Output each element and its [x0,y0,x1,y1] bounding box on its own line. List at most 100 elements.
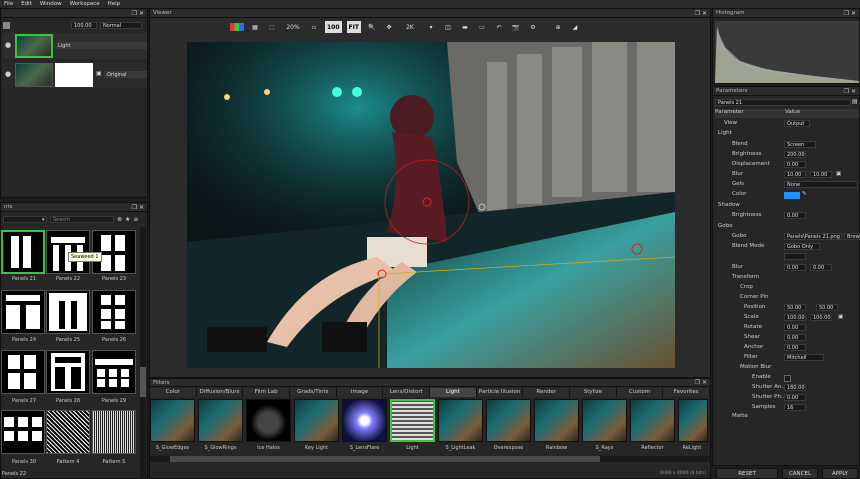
filter-thumb[interactable] [390,399,435,442]
shutter-phase-field[interactable]: 0.00 [784,394,806,401]
layer-name-field[interactable]: Original [104,71,147,78]
gobo-blur-field[interactable]: 0.00 [784,264,806,271]
panel-float-icon[interactable]: ❐ ✕ [132,10,147,17]
panel-float-icon[interactable]: ❐ ✕ [844,10,859,17]
preset-thumb-panels-27[interactable] [1,350,45,394]
alpha-icon[interactable]: ▦ [249,21,261,33]
filter-thumb[interactable] [534,399,579,442]
lock-icon[interactable]: ▣ [96,70,102,77]
browse-button[interactable]: Browse [844,233,860,240]
menu-file[interactable]: File [4,1,13,7]
rotate-field[interactable]: 0.00 [784,324,806,331]
gobo-blur-field-2[interactable]: 0.00 [810,264,832,271]
target-icon[interactable]: ⊕ [552,21,564,33]
panel-float-icon[interactable]: ❐ ✕ [844,88,859,95]
filters-scrollbar[interactable] [150,456,710,462]
enable-checkbox[interactable] [784,375,791,382]
layer-grid-icon[interactable] [3,22,10,29]
zoom-fit-small-icon[interactable]: ▫ [308,21,320,33]
panel-float-icon[interactable]: ❐ ✕ [695,10,710,17]
settings-icon[interactable]: ⚙ [527,21,539,33]
shutter-angle-field[interactable]: 180.00 [784,384,806,391]
tab-particle-illusion[interactable]: Particle Illusion [476,388,524,397]
view-select[interactable]: Output [784,120,810,127]
lock-icon[interactable]: ▣ [836,171,841,177]
shear-field[interactable]: 0.00 [784,334,806,341]
blend-select[interactable]: Screen [784,141,816,148]
layer-name-field[interactable]: Light [55,42,147,49]
menu-workspace[interactable]: Workspace [70,1,100,7]
zoom-field[interactable]: 20% [283,21,303,33]
color-swatch[interactable] [784,192,800,199]
empty-field[interactable] [784,253,806,260]
blend-mode-select[interactable]: Normal [100,22,142,29]
resolution-select[interactable]: 2K [400,21,420,33]
node-name-field[interactable]: Panels 21 [715,99,851,106]
anchor-field[interactable]: 0.00 [784,344,806,351]
filter-thumb[interactable] [582,399,627,442]
position-x-field[interactable]: 50.00 [784,304,806,311]
preset-thumb-pattern-5[interactable] [92,410,136,454]
filter-thumb[interactable] [342,399,387,442]
blur-field-2[interactable]: 10.00 [810,171,832,178]
filter-thumb[interactable] [294,399,339,442]
filter-thumb[interactable] [150,399,195,442]
category-select[interactable]: ▾ [3,216,47,223]
actual-size-button[interactable]: 100 [325,21,342,33]
eye-icon[interactable]: ● [5,70,11,78]
reset-button[interactable]: RESET [716,468,778,479]
preset-thumb-panels-26[interactable] [92,290,136,334]
preset-thumb-panels-29[interactable] [92,350,136,394]
preset-thumb-panels-24[interactable] [1,290,45,334]
tab-diffusion-blurs[interactable]: Diffusion/Blurs [196,388,244,397]
menu-window[interactable]: Window [40,1,62,7]
rgb-channel-icon[interactable] [230,23,244,31]
menu-icon[interactable]: ≡ [133,216,138,223]
scale-x-field[interactable]: 100.00 [784,314,806,321]
preset-thumb-panels-28[interactable] [46,350,90,394]
overlay-icon[interactable]: ▭ [476,21,488,33]
shadow-brightness-field[interactable]: 0.00 [784,212,806,219]
panel-float-icon[interactable]: ❐ ✕ [132,204,147,211]
filter-thumb[interactable] [438,399,483,442]
preset-thumb-panels-25[interactable] [46,290,90,334]
filter-thumb[interactable] [246,399,291,442]
brightness-field[interactable]: 200.00 [784,151,806,158]
tab-film-lab[interactable]: Film Lab [243,388,291,397]
samples-field[interactable]: 16 [784,404,806,411]
tab-render[interactable]: Render [523,388,571,397]
displacement-field[interactable]: 0.00 [784,161,806,168]
filter-thumb[interactable] [486,399,531,442]
thumb-scrollbar[interactable] [140,227,146,477]
clear-icon[interactable]: ⊗ [117,216,122,223]
undo-icon[interactable]: ↶ [493,21,505,33]
tab-favorites[interactable]: Favorites [663,388,711,397]
opacity-field[interactable]: 100.00 [71,22,97,29]
fit-button[interactable]: FIT [346,21,361,33]
scale-y-field[interactable]: 100.00 [810,314,832,321]
gobo-path-field[interactable]: Panels\Panels 21.png [784,233,842,240]
position-y-field[interactable]: 50.00 [816,304,838,311]
tab-light[interactable]: Light [430,388,477,397]
apply-button[interactable]: APPLY [822,468,858,479]
compare-icon[interactable]: ▬ [459,21,471,33]
tab-custom[interactable]: Custom [616,388,664,397]
blend-mode-select[interactable]: Gobo Only [784,243,820,250]
cancel-button[interactable]: CANCEL [782,468,818,479]
filter-select[interactable]: Mitchell [784,354,824,361]
preset-thumb-panels-21[interactable] [1,230,45,274]
filter-thumb[interactable] [678,399,708,442]
layer-row-light[interactable]: ● Light [3,33,147,59]
filter-thumb[interactable] [630,399,675,442]
trash-icon[interactable]: ▤ [852,98,858,105]
chevron-down-icon[interactable]: ▾ [425,21,437,33]
tab-color[interactable]: Color [150,388,197,397]
tab-stylize[interactable]: Stylize [570,388,617,397]
menu-edit[interactable]: Edit [21,1,32,7]
star-icon[interactable]: ★ [125,216,130,223]
menu-help[interactable]: Help [108,1,121,7]
tab-grads-tints[interactable]: Grads/Tints [290,388,337,397]
blur-field[interactable]: 10.00 [784,171,806,178]
zoom-icon[interactable]: 🔍 [366,21,378,33]
crop-icon[interactable]: ⬚ [266,21,278,33]
